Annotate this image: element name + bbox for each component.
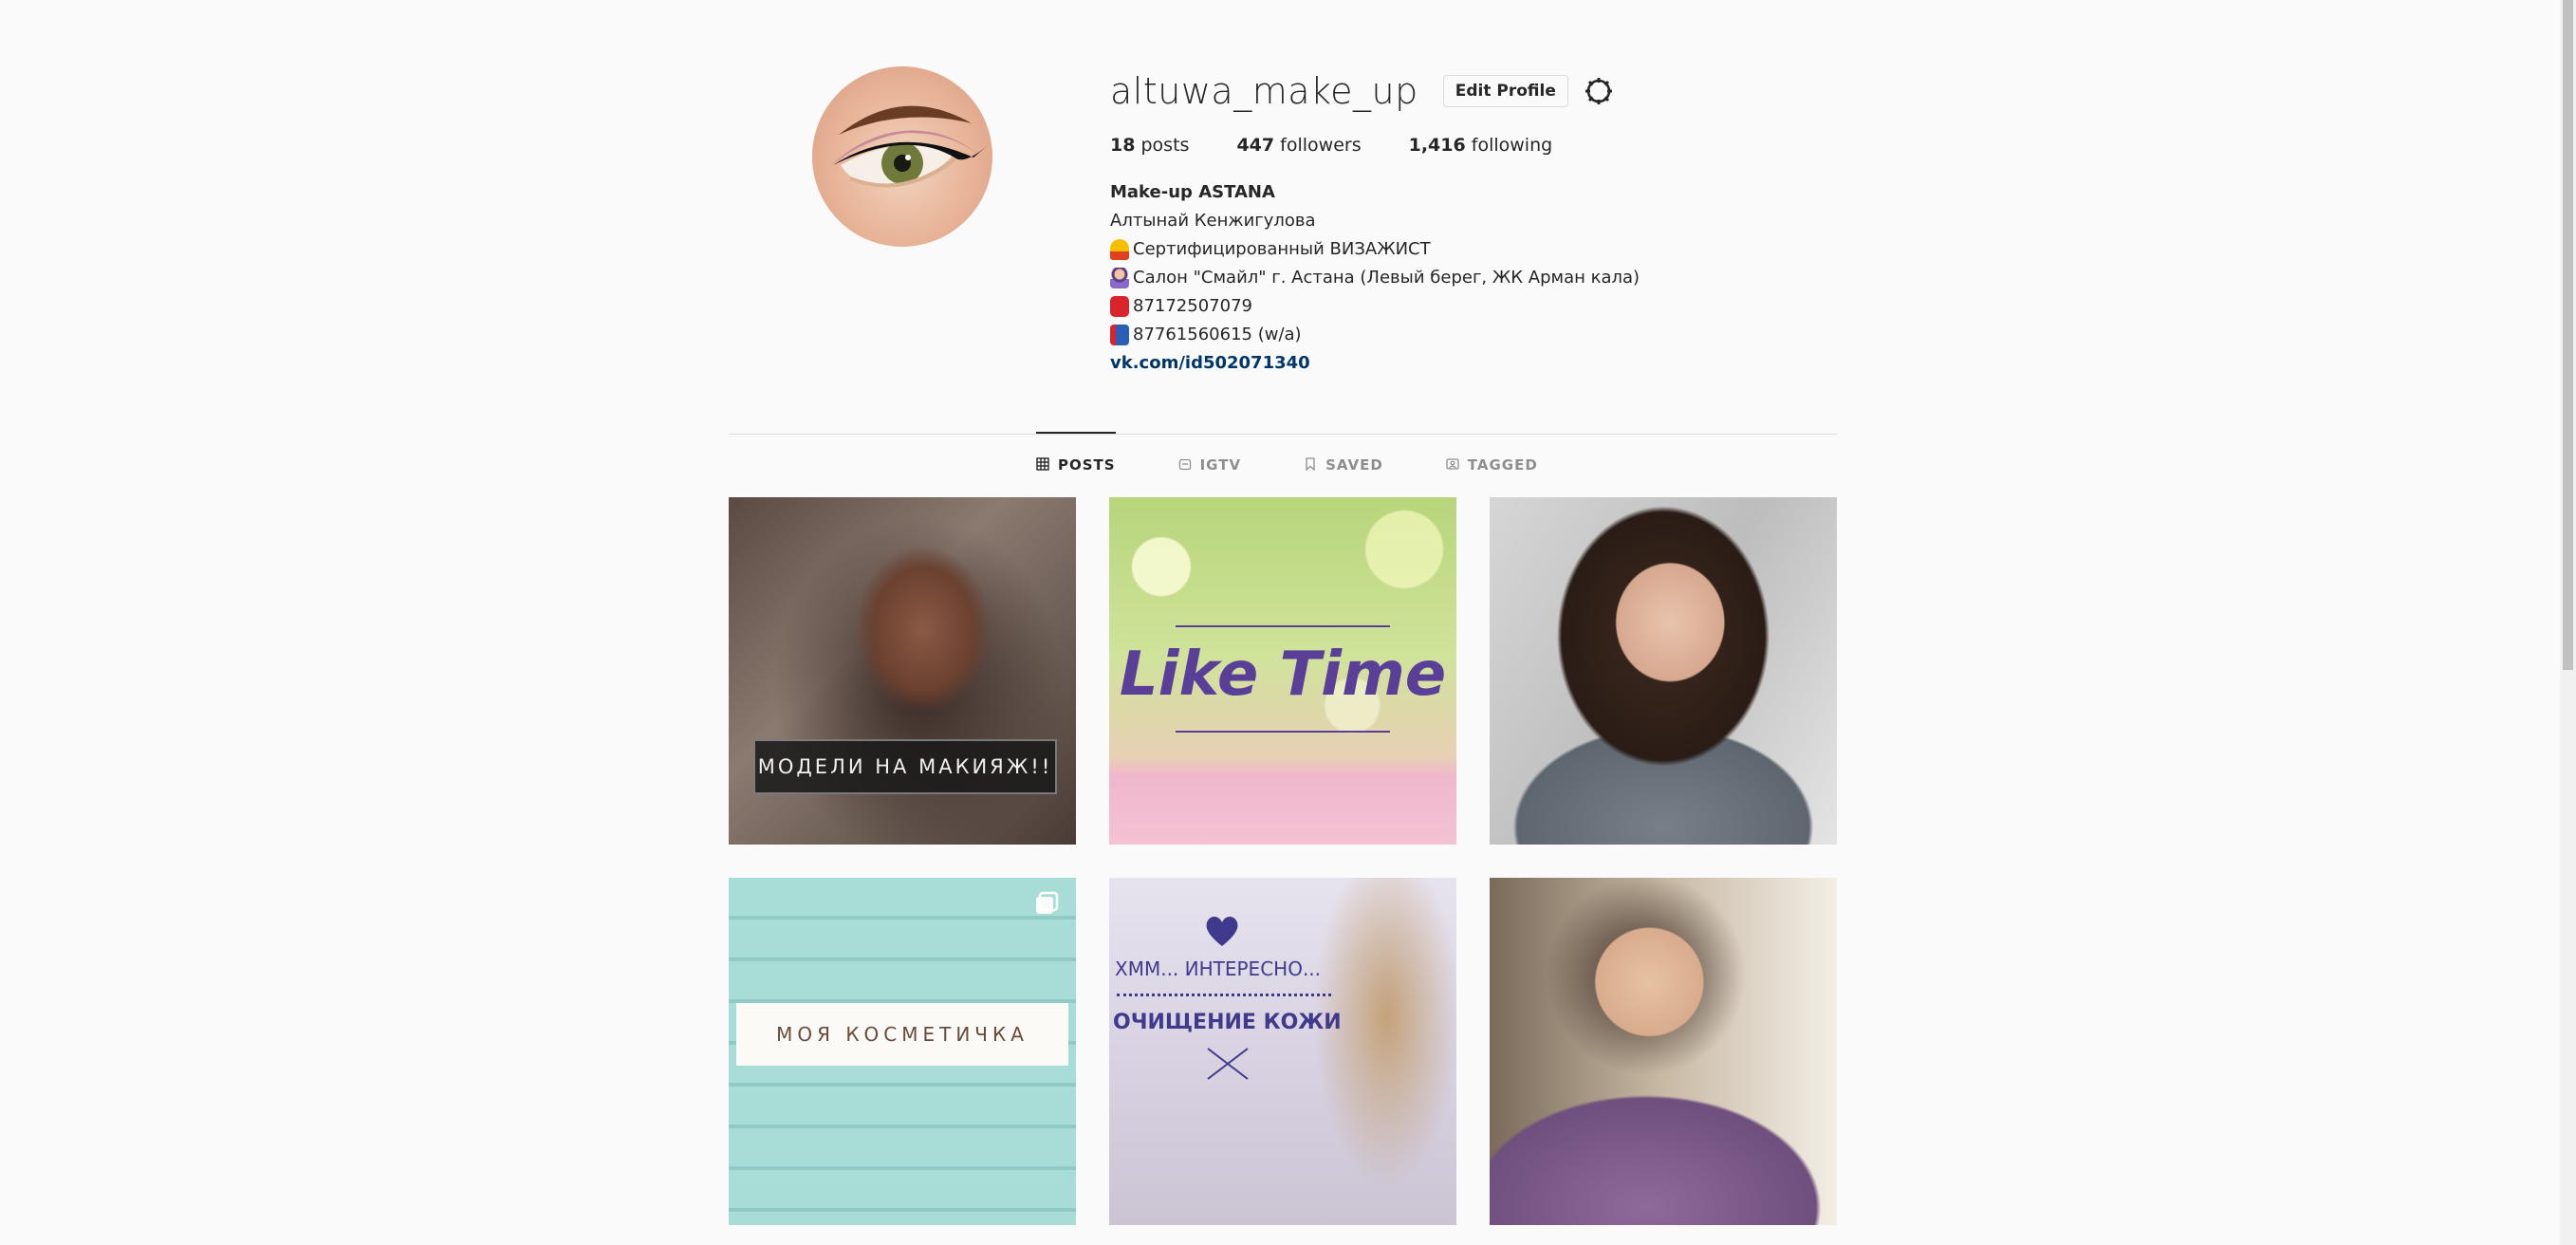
post-caption: МОЯ КОСМЕТИЧКА (736, 1003, 1068, 1066)
profile-tabs: POSTS IGTV SAVED TAGGED (1036, 432, 1601, 496)
posts-label: posts (1140, 135, 1190, 156)
tab-label: POSTS (1058, 456, 1116, 474)
bio-line: 87172507079 (1110, 292, 1837, 321)
heart-icon (1204, 914, 1240, 952)
post-tile[interactable]: МОДЕЛИ НА МАКИЯЖ!! (729, 497, 1076, 845)
following-stat[interactable]: 1,416 following (1409, 135, 1553, 156)
tab-posts[interactable]: POSTS (1036, 432, 1116, 496)
username: altuwa_make_up (1110, 70, 1418, 112)
post-tile[interactable] (1490, 497, 1837, 845)
settings-gear-icon[interactable] (1582, 74, 1616, 108)
post-caption: ОЧИЩЕНИЕ КОЖИ (1113, 1011, 1342, 1034)
igtv-icon (1178, 457, 1194, 473)
bio-line: Сертифицированный ВИЗАЖИСТ (1110, 235, 1837, 264)
edit-profile-button[interactable]: Edit Profile (1442, 75, 1568, 107)
profile-stats: 18 posts 447 followers 1,416 following (1110, 135, 1837, 156)
following-count: 1,416 (1408, 135, 1466, 156)
eye-makeup-image (831, 105, 987, 188)
bio-text: 87761560615 (w/a) (1133, 325, 1302, 344)
bio-name: Make-up ASTANA (1110, 182, 1275, 202)
woman-emoji-icon (1110, 268, 1129, 288)
multiple-posts-icon (1034, 891, 1059, 916)
ornament-divider (1176, 731, 1390, 733)
ornament-divider (1176, 625, 1390, 627)
post-tile[interactable]: МОЯ КОСМЕТИЧКА (729, 878, 1076, 1225)
post-tile[interactable]: ХММ... ИНТЕРЕСНО... ОЧИЩЕНИЕ КОЖИ (1109, 878, 1456, 1225)
posts-count: 18 (1110, 135, 1136, 156)
bio-line: 87761560615 (w/a) (1110, 321, 1837, 349)
bell-emoji-icon (1110, 239, 1129, 260)
tab-tagged[interactable]: TAGGED (1446, 433, 1538, 496)
dotted-divider (1117, 994, 1331, 996)
post-tile[interactable]: Like Time (1109, 497, 1456, 845)
username-row: altuwa_make_up Edit Profile (1110, 66, 1837, 116)
bio-text: 87172507079 (1133, 296, 1252, 316)
post-caption: Like Time (1119, 640, 1447, 710)
scrollbar-thumb[interactable] (2563, 0, 2573, 670)
tab-saved[interactable]: SAVED (1304, 433, 1383, 496)
post-caption: МОДЕЛИ НА МАКИЯЖ!! (753, 739, 1057, 794)
mobile-phone-emoji-icon (1110, 325, 1129, 345)
bookmark-icon (1304, 457, 1319, 473)
following-label: following (1471, 135, 1553, 156)
posts-stat: 18 posts (1110, 135, 1189, 156)
tag-icon (1446, 457, 1461, 473)
telephone-emoji-icon (1110, 296, 1129, 317)
grid-icon (1036, 457, 1051, 473)
profile-info: altuwa_make_up Edit Profile 18 posts 447… (1110, 66, 1837, 378)
bio-line: vk.com/id502071340 (1110, 349, 1837, 378)
posts-grid: МОДЕЛИ НА МАКИЯЖ!! Like Time МОЯ КОСМЕТИ… (729, 497, 1837, 1225)
post-tile[interactable] (1490, 878, 1837, 1225)
tab-label: SAVED (1325, 456, 1383, 474)
followers-stat[interactable]: 447 followers (1236, 135, 1361, 156)
bio-line: Алтынай Кенжигулова (1110, 211, 1316, 231)
post-caption: ХММ... ИНТЕРЕСНО... (1115, 957, 1322, 980)
bio-text: Салон "Смайл" г. Астана (Левый берег, ЖК… (1133, 268, 1640, 288)
tab-label: TAGGED (1467, 456, 1538, 474)
followers-count: 447 (1236, 135, 1275, 156)
bio-line: Салон "Смайл" г. Астана (Левый берег, ЖК… (1110, 264, 1837, 292)
profile-avatar[interactable] (812, 66, 992, 247)
tab-label: IGTV (1199, 456, 1242, 474)
profile-bio: Make-up ASTANA Алтынай Кенжигулова Серти… (1110, 178, 1837, 378)
followers-label: followers (1280, 135, 1362, 156)
bio-external-link[interactable]: vk.com/id502071340 (1110, 349, 1310, 378)
tab-igtv[interactable]: IGTV (1178, 433, 1241, 496)
page-scrollbar[interactable] (2560, 0, 2576, 1245)
arrows-icon (1207, 1048, 1249, 1080)
bio-text: Сертифицированный ВИЗАЖИСТ (1133, 239, 1431, 259)
